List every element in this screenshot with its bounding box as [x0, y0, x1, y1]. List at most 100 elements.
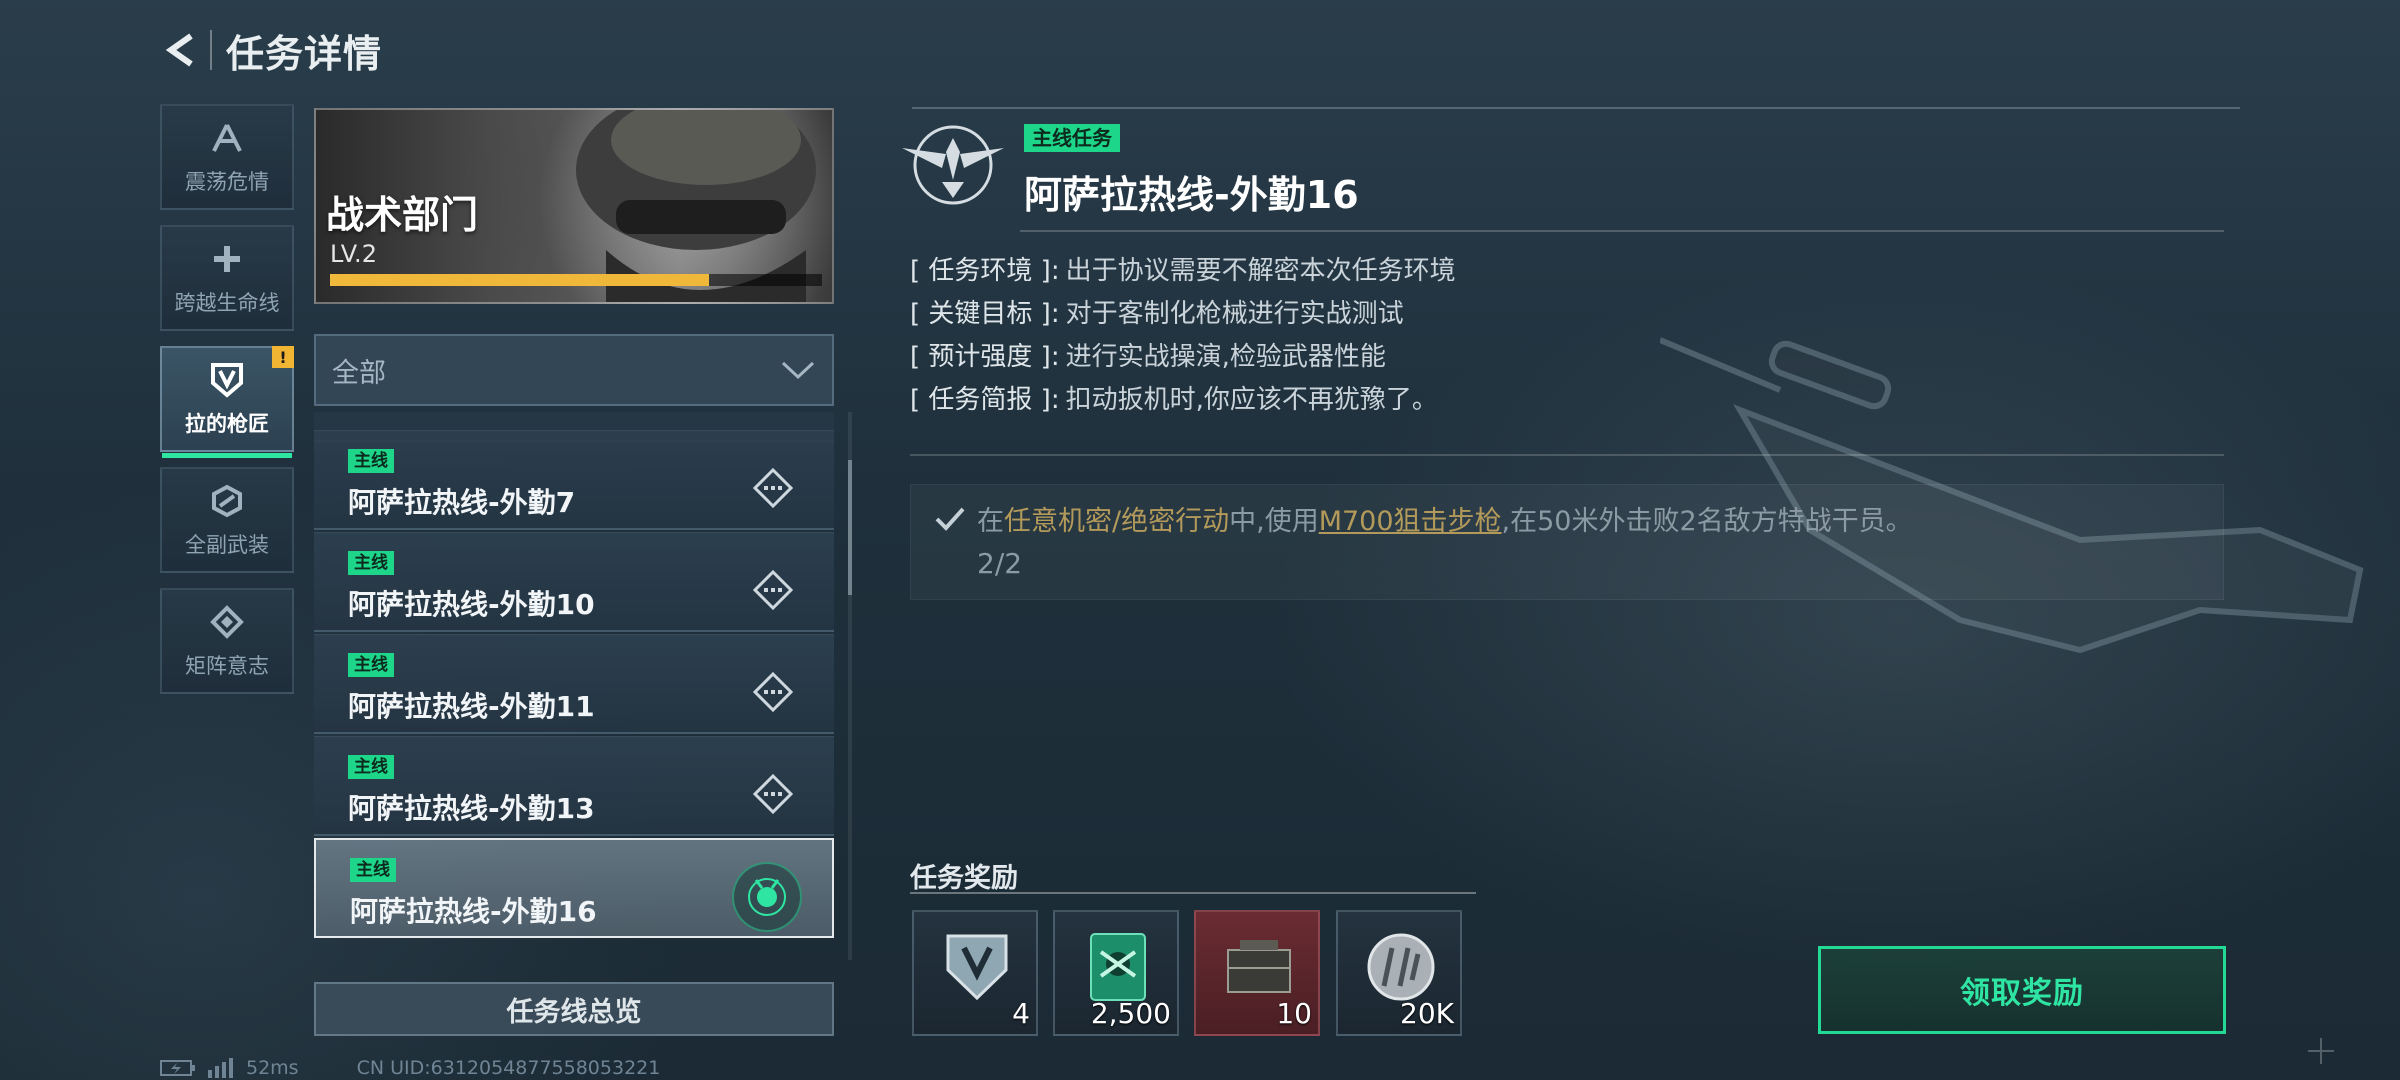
mainline-tag: 主线 [348, 551, 394, 575]
claim-reward-button[interactable]: 领取奖励 [1818, 946, 2226, 1034]
objective-card: 在任意机密/绝密行动中,使用M700狙击步枪,在50米外击败2名敌方特战干员。 … [910, 484, 2224, 600]
mission-list-item[interactable]: 主线 阿萨拉热线-外勤11 [314, 634, 834, 734]
rail-item-label: 矩阵意志 [185, 654, 269, 678]
info-value: 出于协议需要不解密本次任务环境 [1065, 256, 1456, 286]
reward-item[interactable]: 4 [912, 910, 1038, 1036]
back-arrow-icon [165, 33, 193, 67]
info-value: 进行实战操演,检验武器性能 [1065, 342, 1386, 372]
filter-dropdown[interactable]: 全部 [314, 334, 834, 406]
rail-item-label: 全副武装 [185, 533, 269, 557]
mission-name: 阿萨拉热线-外勤7 [348, 486, 576, 519]
mainline-mission-tag: 主线任务 [1024, 124, 1120, 152]
mission-list-item[interactable]: 主线 阿萨拉热线-外勤13 [314, 736, 834, 836]
diamond-status-icon [752, 773, 794, 815]
mainline-tag: 主线 [348, 653, 394, 677]
reward-item[interactable]: 2,500 [1053, 910, 1179, 1036]
mainline-tag: 主线 [348, 449, 394, 473]
new-badge: ! [272, 346, 294, 368]
rail-item-lifeline[interactable]: 跨越生命线 [160, 225, 294, 331]
department-name: 战术部门 [326, 193, 479, 237]
medic-cross-icon [207, 239, 247, 279]
detail-top-divider [912, 107, 2240, 109]
shield-badge-icon [946, 934, 1008, 1001]
checkmark-icon [935, 507, 965, 531]
filter-selected-value: 全部 [332, 357, 386, 389]
mainline-tag: 主线 [350, 858, 396, 882]
crosshair-icon [2308, 1038, 2334, 1064]
reward-quantity: 10 [1276, 997, 1312, 1030]
objective-progress: 2/2 [977, 547, 1023, 580]
mission-title: 阿萨拉热线-外勤16 [1024, 173, 1359, 217]
info-row-briefing: [ 任务简报 ]: 扣动扳机时,你应该不再犹豫了。 [910, 379, 1456, 422]
rewards-underline [910, 892, 1476, 894]
ping-readout: 52ms [246, 1057, 299, 1079]
shield-v-icon [207, 360, 247, 400]
title-divider [1020, 230, 2224, 232]
info-key: [ 关键目标 ]: [910, 299, 1060, 329]
xp-progress-fill [330, 274, 709, 286]
objective-text-part: 中,使用 [1229, 506, 1319, 537]
objective-text-part: ,在50米外击败2名敌方特战干员。 [1501, 506, 1913, 537]
mission-name: 阿萨拉热线-外勤10 [348, 588, 595, 621]
info-row-intensity: [ 预计强度 ]: 进行实战操演,检验武器性能 [910, 336, 1456, 379]
diamond-status-icon [752, 671, 794, 713]
tripod-icon [207, 118, 247, 158]
mission-list-item[interactable]: 主线 阿萨拉热线-外勤7 [314, 430, 834, 530]
info-value: 对于客制化枪械进行实战测试 [1065, 299, 1404, 329]
rail-item-matrix-will[interactable]: 矩阵意志 [160, 588, 294, 694]
rail-item-label: 震荡危情 [185, 170, 269, 194]
mission-info: [ 任务环境 ]: 出于协议需要不解密本次任务环境 [ 关键目标 ]: 对于客制… [910, 250, 1456, 422]
info-value: 扣动扳机时,你应该不再犹豫了。 [1065, 385, 1438, 415]
battery-charging-icon [160, 1060, 195, 1076]
department-level: LV.2 [330, 240, 377, 268]
hex-armor-icon [207, 481, 247, 521]
objective-mode-highlight: 任意机密/绝密行动 [1004, 506, 1230, 537]
chevron-down-icon [781, 361, 815, 380]
diamond-status-icon [752, 467, 794, 509]
rail-item-label: 拉的枪匠 [185, 412, 269, 436]
weapon-link[interactable]: M700狙击步枪 [1319, 506, 1502, 537]
matrix-diamond-icon [207, 602, 247, 642]
mainline-tag: 主线 [348, 755, 394, 779]
rail-item-shock-crisis[interactable]: 震荡危情 [160, 104, 294, 210]
objective-divider [910, 454, 2224, 456]
uid-readout: CN UID:6312054877558053221 [356, 1057, 661, 1079]
coin-icon [1367, 933, 1435, 1001]
target-active-icon [732, 862, 802, 932]
info-key: [ 预计强度 ]: [910, 342, 1060, 372]
rail-item-label: 跨越生命线 [174, 291, 280, 315]
reward-quantity: 2,500 [1090, 997, 1171, 1030]
mission-name: 阿萨拉热线-外勤13 [348, 792, 595, 825]
mission-list-item[interactable]: 主线 阿萨拉热线-外勤10 [314, 532, 834, 632]
rail-item-gunsmith[interactable]: ! 拉的枪匠 [160, 346, 294, 458]
reward-quantity: 20K [1400, 997, 1454, 1030]
info-row-key-objective: [ 关键目标 ]: 对于客制化枪械进行实战测试 [910, 293, 1456, 336]
info-key: [ 任务简报 ]: [910, 385, 1060, 415]
mission-list-item-selected[interactable]: 主线 阿萨拉热线-外勤16 [314, 838, 834, 938]
objective-text-part: 在 [977, 506, 1004, 537]
mission-name: 阿萨拉热线-外勤11 [348, 690, 595, 723]
info-row-environment: [ 任务环境 ]: 出于协议需要不解密本次任务环境 [910, 250, 1456, 293]
objective-text: 在任意机密/绝密行动中,使用M700狙击步枪,在50米外击败2名敌方特战干员。 [977, 499, 1913, 538]
xp-progress-bar [330, 274, 822, 286]
mission-line-overview-button[interactable]: 任务线总览 [314, 982, 834, 1036]
list-scrollbar-thumb[interactable] [848, 460, 852, 595]
department-banner: 战术部门 LV.2 [314, 108, 834, 304]
reward-item[interactable]: 10 [1194, 910, 1320, 1036]
status-bar: 52ms CN UID:6312054877558053221 [160, 1056, 660, 1080]
page-title: 任务详情 [226, 31, 383, 76]
diamond-status-icon [752, 569, 794, 611]
reward-quantity: 4 [1012, 997, 1030, 1030]
header-divider [210, 30, 212, 70]
mission-list[interactable]: 主线 阿萨拉热线-外勤7 主线 阿萨拉热线-外勤10 主线 阿萨拉热线-外勤11… [314, 412, 834, 942]
ammo-crate-icon [1227, 940, 1291, 993]
page-header: 任务详情 [158, 22, 382, 78]
back-button[interactable] [158, 22, 204, 78]
rail-item-fully-armed[interactable]: 全副武装 [160, 467, 294, 573]
info-key: [ 任务环境 ]: [910, 256, 1060, 286]
drone-card-icon [1090, 933, 1146, 1001]
signal-icon [208, 1058, 233, 1078]
mission-name: 阿萨拉热线-外勤16 [350, 895, 597, 928]
eagle-emblem-icon [902, 125, 1004, 205]
reward-item[interactable]: 20K [1336, 910, 1462, 1036]
